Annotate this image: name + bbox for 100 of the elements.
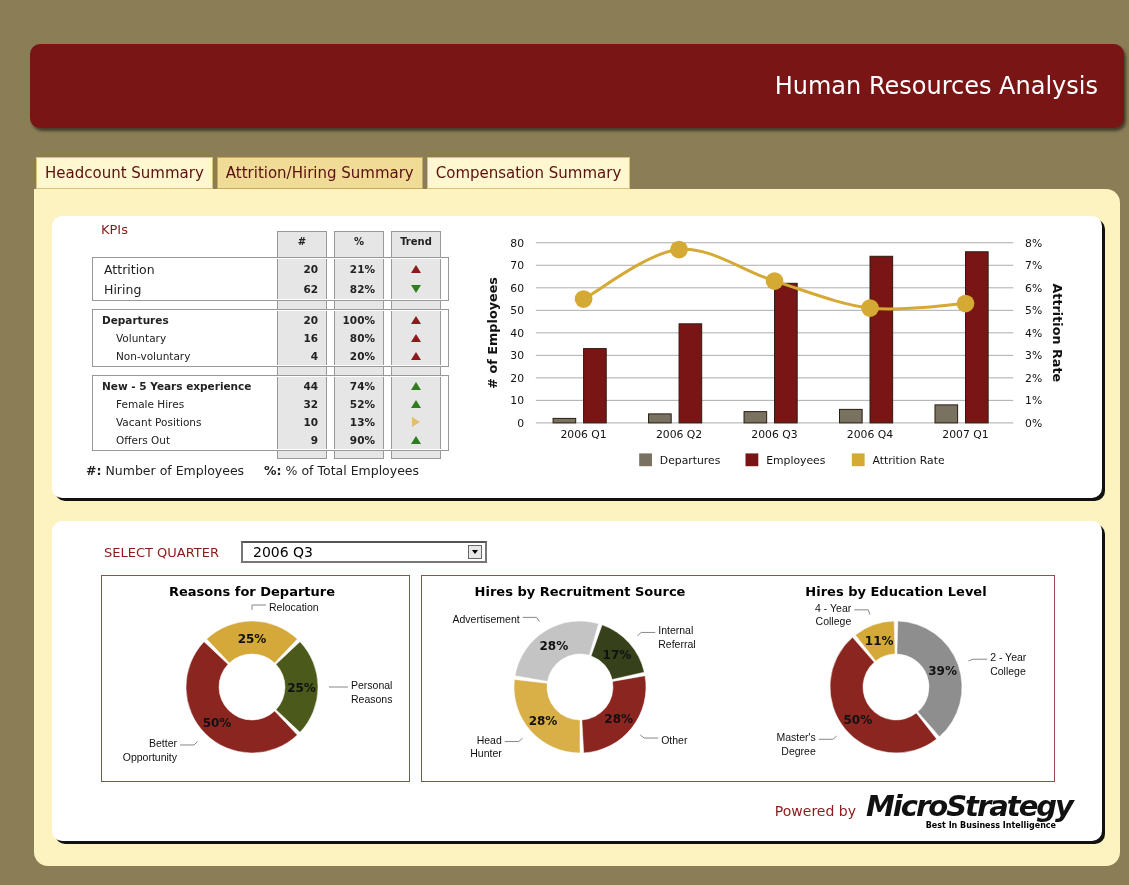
table-cell: 9 — [310, 434, 318, 446]
legend-label: Departures — [659, 454, 721, 468]
axis-tick-label: 1% — [1025, 394, 1043, 408]
table-cell: 20% — [349, 350, 375, 362]
axis-tick-label: 4% — [1025, 326, 1043, 340]
leader-line — [853, 609, 871, 616]
table-cell: 100% — [342, 314, 375, 326]
table-cell: 20 — [303, 263, 318, 275]
data-label: 28% — [604, 711, 634, 726]
table-cell: 13% — [349, 416, 375, 428]
slice-label: Relocation — [269, 600, 319, 615]
kpi-label: Voluntary — [115, 332, 168, 344]
slice-label: Master's Degree — [775, 731, 816, 759]
kpi-label: Attrition — [103, 261, 156, 277]
chart-title: Hires by Recruitment Source — [473, 584, 687, 599]
table-cell: 20 — [303, 314, 318, 326]
axis-tick-label: 60 — [510, 281, 525, 295]
axis-tick-label: 10 — [510, 394, 525, 408]
axis-tick-label: 6% — [1025, 281, 1043, 295]
data-label: 25% — [287, 681, 316, 695]
table-cell: 32 — [303, 398, 318, 410]
chart-title: Hires by Education Level — [804, 584, 988, 599]
slice-label: Personal Reasons — [351, 678, 394, 707]
leader-line — [504, 737, 523, 743]
axis-tick-label: 8% — [1025, 236, 1043, 250]
axis-tick-label: 70 — [510, 259, 525, 273]
axis-title: Attrition Rate — [1049, 283, 1065, 383]
kpi-label: Departures — [101, 314, 170, 326]
legend-label: Attrition Rate — [872, 454, 945, 468]
tab[interactable]: Headcount Summary — [36, 157, 213, 189]
axis-tick-label: 80 — [510, 236, 525, 250]
data-label: 28% — [539, 639, 569, 653]
table-cell: 10 — [303, 416, 318, 428]
data-label: 50% — [843, 712, 873, 727]
data-label: 28% — [528, 713, 558, 728]
column-header: % — [334, 231, 384, 249]
kpi-label: Offers Out — [115, 434, 172, 446]
table-cell: 74% — [349, 380, 375, 392]
axis-tick-label: 3% — [1025, 349, 1043, 363]
axis-tick-label: 30 — [510, 349, 525, 363]
slice-label: Advertisement — [452, 613, 520, 627]
chart-title: Reasons for Departure — [167, 584, 337, 599]
legend-note: #: Number of Employees — [86, 463, 245, 478]
axis-tick-label: 2007 Q1 — [942, 427, 989, 441]
table-cell: 16 — [303, 332, 318, 344]
axis-tick-label: 20 — [510, 371, 525, 385]
kpi-label: Non-voluntary — [115, 350, 192, 362]
page-title: Human Resources Analysis — [774, 72, 1098, 100]
leader-line — [967, 658, 988, 662]
table-cell: 82% — [349, 283, 375, 295]
slice-label: Internal Referral — [658, 624, 697, 652]
column-header: Trend — [391, 231, 441, 249]
table-cell: 4 — [310, 350, 318, 362]
slice-label: 2 - Year College — [990, 651, 1028, 679]
table-cell: 80% — [349, 332, 375, 344]
axis-tick-label: 40 — [510, 326, 525, 340]
kpi-label: Hiring — [103, 281, 143, 297]
axis-tick-label: 2006 Q3 — [751, 427, 798, 441]
kpi-label: Vacant Positions — [115, 416, 203, 428]
slice-label: 4 - Year College — [814, 601, 852, 629]
axis-tick-label: 0% — [1025, 416, 1043, 430]
tab[interactable]: Attrition/Hiring Summary — [216, 157, 423, 189]
data-label: 50% — [202, 716, 232, 730]
quarter-dropdown[interactable]: 2006 Q3 — [241, 541, 487, 563]
table-cell: 44 — [303, 380, 318, 392]
axis-tick-label: 2006 Q2 — [655, 427, 703, 441]
kpi-label: Female Hires — [115, 398, 186, 410]
axis-tick-label: 7% — [1025, 259, 1043, 273]
leader-line — [818, 735, 838, 740]
leader-line — [328, 686, 349, 688]
section-title: KPIs — [101, 222, 129, 237]
data-label: 11% — [864, 634, 894, 649]
axis-tick-label: 2006 Q4 — [846, 427, 894, 441]
column-header: # — [277, 231, 327, 249]
table-cell: 62 — [303, 283, 318, 295]
powered-by-text: Powered by — [774, 803, 856, 819]
axis-tick-label: 2% — [1025, 371, 1043, 385]
axis-tick-label: 50 — [510, 304, 525, 318]
leader-line — [179, 740, 199, 746]
leader-line — [251, 604, 267, 611]
leader-line — [522, 616, 540, 623]
axis-tick-label: 2006 Q1 — [560, 427, 607, 441]
slice-label: Better Opportunity — [121, 736, 177, 765]
axis-title: # of Employees — [485, 277, 501, 389]
tab[interactable]: Compensation Summary — [426, 157, 631, 189]
data-label: 25% — [237, 631, 267, 646]
slice-label: Other — [661, 733, 688, 748]
table-cell: 90% — [349, 434, 375, 446]
axis-tick-label: 5% — [1025, 304, 1043, 318]
kpi-label: New - 5 Years experience — [101, 380, 253, 392]
slice-label: Head Hunter — [469, 733, 502, 761]
legend-label: Employees — [766, 454, 826, 468]
data-label: 39% — [928, 664, 957, 679]
axis-tick-label: 0 — [517, 416, 525, 430]
leader-line — [637, 631, 656, 637]
leader-line — [639, 734, 659, 739]
legend-note: %: % of Total Employees — [264, 463, 420, 478]
logo: MicroStrategy Best In Business Intelligence — [865, 792, 1072, 830]
field-label: SELECT QUARTER — [104, 544, 219, 560]
table-cell: 52% — [349, 398, 375, 410]
